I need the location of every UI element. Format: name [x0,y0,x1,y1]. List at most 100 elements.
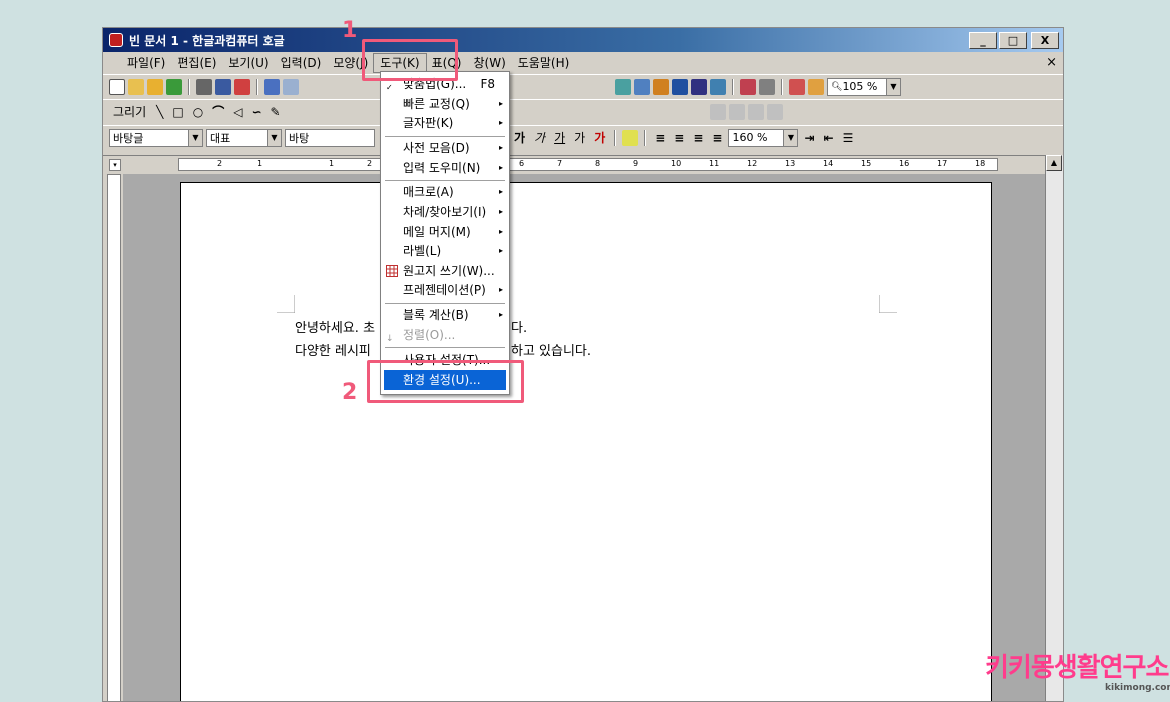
draw-menu-button[interactable]: 그리기 [109,103,150,120]
presentation-icon[interactable] [789,78,805,95]
scroll-up-icon[interactable]: ▲ [1046,155,1062,171]
callout-box-preferences [367,360,524,403]
font-value: 바탕 [289,131,310,145]
pencil-icon[interactable]: ✎ [268,105,284,119]
align-left-icon[interactable] [709,103,726,120]
hwp-app-icon[interactable] [109,33,123,47]
bar-chart-icon[interactable] [653,78,669,95]
chevron-down-icon[interactable]: ▼ [886,78,900,95]
dictionary-icon[interactable] [808,78,824,95]
menu-item-keyboard[interactable]: 글자판(K) ▸ [381,113,509,133]
curve-icon[interactable]: ∽ [248,105,264,119]
chevron-down-icon[interactable]: ▼ [783,129,798,146]
outline-value: 대표 [210,131,231,145]
style-value: 바탕글 [113,131,144,145]
highlight-icon[interactable] [622,129,639,146]
menu-edit[interactable]: 편집(E) [171,54,222,72]
chart-icon[interactable] [615,78,631,95]
ruler-number: 6 [519,159,525,168]
line-icon[interactable]: ╲ [153,105,166,119]
minimize-button[interactable]: _ [969,32,997,49]
redo-icon[interactable] [283,78,299,95]
print-icon[interactable] [196,78,212,95]
menu-file[interactable]: 파일(F) [121,54,171,72]
ruler-number: 12 [747,159,758,168]
menu-help[interactable]: 도움말(H) [512,54,576,72]
symbol-icon[interactable] [710,78,726,95]
outline-combo[interactable]: 대표 ▼ [206,128,282,147]
menu-item-presentation[interactable]: 프레젠테이션(P) ▸ [381,280,509,300]
menu-item-dictionary[interactable]: 사전 모음(D) ▸ [381,138,509,158]
line-spacing-combo[interactable]: 160 % ▼ [728,128,799,147]
justify-icon[interactable]: ≡ [652,131,668,145]
tab-type-icon[interactable]: ▾ [109,159,121,171]
formatting-toolbar: 바탕글 ▼ 대표 ▼ 바탕 가 가 가 가 가 ≡ ≡ ≡ ≡ 160 % ▼ … [103,125,1063,149]
menu-separator [385,180,505,181]
template-icon[interactable] [128,78,144,95]
close-button[interactable]: X [1031,32,1059,49]
menu-input[interactable]: 입력(D) [275,54,328,72]
align-left-text-icon[interactable]: ≡ [671,131,687,145]
ruler-number: 18 [975,159,986,168]
vertical-ruler [107,174,121,701]
title-bar: 빈 문서 1 - 한글과컴퓨터 호글 _ □ X [103,28,1063,52]
menu-item-manuscript[interactable]: 원고지 쓰기(W)... [381,261,509,281]
document-close-icon[interactable]: × [1046,55,1057,70]
align-right-text-icon[interactable]: ≡ [709,131,725,145]
ruler-number: 17 [937,159,948,168]
numbering-icon[interactable]: ☰ [840,131,857,145]
menu-item-macro[interactable]: 매크로(A) ▸ [381,182,509,202]
align-right-icon[interactable] [747,103,764,120]
search-icon: 🔍︎ [831,81,843,92]
arc-icon[interactable]: ⌒ [209,103,227,120]
indent-increase-icon[interactable]: ⇥ [801,131,817,145]
font-combo[interactable]: 바탕 [285,128,375,147]
save-icon[interactable] [166,78,182,95]
chevron-down-icon[interactable]: ▼ [188,129,202,146]
ellipse-icon[interactable]: ○ [190,105,206,119]
table-icon[interactable] [634,78,650,95]
style-combo[interactable]: 바탕글 ▼ [109,128,203,147]
vertical-scrollbar[interactable]: ▲ [1045,155,1063,701]
formula-icon[interactable] [672,78,688,95]
menu-window[interactable]: 창(W) [467,54,511,72]
underline-icon[interactable]: 가 [551,129,568,146]
center-text-icon[interactable]: ≡ [690,131,706,145]
menu-item-sort[interactable]: ↓ 정렬(O)... [381,325,509,345]
callout-box-tools-menu [362,39,458,81]
align-center-icon[interactable] [728,103,745,120]
document-page[interactable]: 안녕하세요. 초 다. 다양한 레시피 하고 있습니다. [180,182,992,701]
menu-item-block-calc[interactable]: 블록 계산(B) ▸ [381,305,509,325]
italic-icon[interactable]: 가 [531,129,548,146]
undo-icon[interactable] [264,78,280,95]
menu-item-toc-index[interactable]: 차례/찾아보기(I) ▸ [381,202,509,222]
polygon-icon[interactable]: ◁ [230,105,245,119]
app-window: 빈 문서 1 - 한글과컴퓨터 호글 _ □ X 파일(F) 편집(E) 보기(… [102,27,1064,702]
indent-decrease-icon[interactable]: ⇤ [821,131,837,145]
menu-item-mail-merge[interactable]: 메일 머지(M) ▸ [381,222,509,242]
sort-icon: ↓ [386,334,394,344]
ruler-number: 13 [785,159,796,168]
group-icon[interactable] [766,103,783,120]
rectangle-icon[interactable]: □ [169,105,186,119]
menu-item-quick-correct[interactable]: 빠른 교정(Q) ▸ [381,94,509,114]
zoom-combo[interactable]: 🔍︎ 105 % ▼ [827,77,901,96]
menu-item-label[interactable]: 라벨(L) ▸ [381,241,509,261]
font-color-icon[interactable]: 가 [591,129,608,146]
open-folder-icon[interactable] [147,78,163,95]
chevron-down-icon[interactable]: ▼ [267,129,281,146]
shape-icon[interactable] [740,78,756,95]
bold-icon[interactable]: 가 [511,129,528,146]
menu-item-input-helper[interactable]: 입력 도우미(N) ▸ [381,158,509,178]
new-document-icon[interactable] [109,78,125,95]
copy-format-icon[interactable] [759,78,775,95]
strikethrough-icon[interactable]: 가 [571,129,588,146]
menu-view[interactable]: 보기(U) [222,54,274,72]
fx-icon[interactable] [691,78,707,95]
crop-mark-icon [277,295,295,313]
drawing-toolbar: 그리기 ╲ □ ○ ⌒ ◁ ∽ ✎ [103,99,1063,123]
standard-toolbar: 🔍︎ 105 % ▼ [103,74,1063,98]
pdf-icon[interactable] [234,78,250,95]
preview-icon[interactable] [215,78,231,95]
maximize-button[interactable]: □ [999,32,1027,49]
